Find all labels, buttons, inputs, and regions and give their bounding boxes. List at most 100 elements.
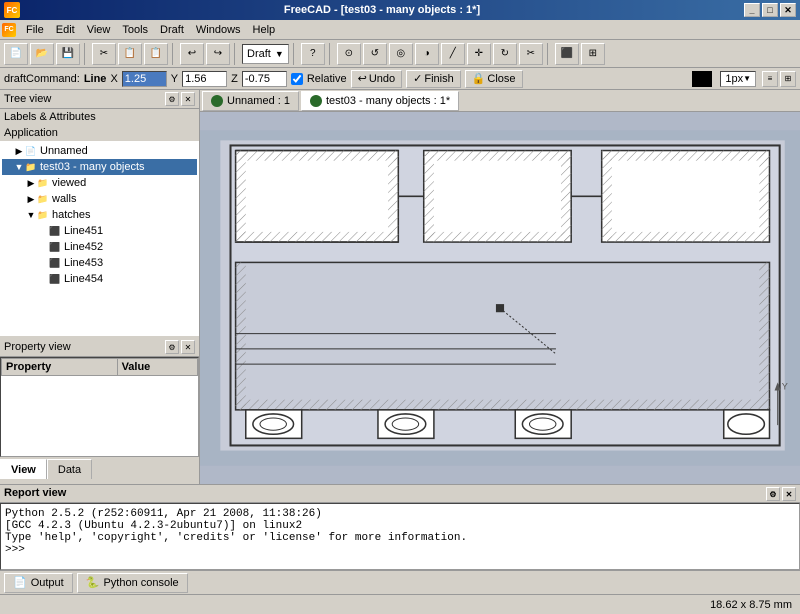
expand-test03[interactable]: ▼ (14, 162, 24, 172)
menu-edit[interactable]: Edit (50, 22, 81, 38)
tree-item-hatches[interactable]: ▼ 📁 hatches (2, 207, 197, 223)
python-console-tab[interactable]: 🐍 Python console (77, 573, 188, 593)
report-line-0: Python 2.5.2 (r252:60911, Apr 21 2008, 1… (5, 508, 795, 520)
close-button[interactable]: ✕ (780, 3, 796, 17)
menu-bar: FC File Edit View Tools Draft Windows He… (0, 20, 800, 40)
undo-button[interactable]: ↩ (180, 43, 204, 65)
canvas-viewport[interactable]: Y (200, 112, 800, 484)
property-config-button[interactable]: ⚙ (165, 340, 179, 354)
menu-file[interactable]: File (20, 22, 50, 38)
report-line-3: >>> (5, 544, 795, 556)
tree-label-unnamed: Unnamed (40, 145, 88, 157)
tree-item-unnamed[interactable]: ▶ 📄 Unnamed (2, 143, 197, 159)
tree-config-button[interactable]: ⚙ (165, 92, 179, 106)
move-button[interactable]: ✛ (467, 43, 491, 65)
separator-6 (547, 43, 551, 65)
output-tab[interactable]: 📄 Output (4, 573, 73, 593)
status-bar: 18.62 x 8.75 mm (0, 594, 800, 614)
folder-icon-viewed: 📁 (36, 176, 50, 190)
expand-hatches[interactable]: ▼ (26, 210, 36, 220)
finish-button[interactable]: ✓ Finish (406, 70, 461, 88)
help-button[interactable]: ? (301, 43, 325, 65)
view-top-button[interactable]: ⊞ (581, 43, 605, 65)
tree-close-button[interactable]: ✕ (181, 92, 195, 106)
tree-item-line452[interactable]: ▶ ⬛ Line452 (2, 239, 197, 255)
view-tab[interactable]: View (0, 459, 47, 479)
separator-4 (293, 43, 297, 65)
data-tab[interactable]: Data (47, 459, 92, 479)
application-label: Application (0, 125, 199, 141)
menu-help[interactable]: Help (247, 22, 282, 38)
separator-2 (172, 43, 176, 65)
view-btn-1[interactable]: ≡ (762, 71, 778, 87)
folder-icon-hatches: 📁 (36, 208, 50, 222)
tree-item-line453[interactable]: ▶ ⬛ Line453 (2, 255, 197, 271)
menu-tools[interactable]: Tools (116, 22, 154, 38)
z-label: Z (231, 73, 238, 85)
rotate-snap-button[interactable]: ↺ (363, 43, 387, 65)
output-icon: 📄 (13, 576, 27, 589)
trim-button[interactable]: ✂ (519, 43, 543, 65)
report-area: Report view ⚙ ✕ Python 2.5.2 (r252:60911… (0, 484, 800, 594)
report-header-label: Report view (4, 487, 66, 500)
view-3d-button[interactable]: ⬛ (555, 43, 579, 65)
tree-header-buttons: ⚙ ✕ (165, 92, 195, 106)
snap-button[interactable]: ⊙ (337, 43, 361, 65)
report-config-button[interactable]: ⚙ (766, 487, 780, 501)
tree-item-test03[interactable]: ▼ 📁 test03 - many objects (2, 159, 197, 175)
z-input[interactable] (242, 71, 287, 87)
tree-label-line453: Line453 (64, 257, 103, 269)
color-picker[interactable] (692, 71, 712, 87)
line-snap-button[interactable]: ╱ (441, 43, 465, 65)
tree-label-line452: Line452 (64, 241, 103, 253)
relative-label: Relative (307, 73, 347, 85)
tree-item-viewed[interactable]: ▶ 📁 viewed (2, 175, 197, 191)
open-button[interactable]: 📂 (30, 43, 54, 65)
relative-checkbox[interactable] (291, 73, 303, 85)
tree-item-walls[interactable]: ▶ 📁 walls (2, 191, 197, 207)
expand-walls[interactable]: ▶ (26, 194, 36, 204)
x-input[interactable] (122, 71, 167, 87)
view-btn-2[interactable]: ⊞ (780, 71, 796, 87)
line-width-control[interactable]: 1px ▼ (720, 71, 756, 87)
tree-item-line454[interactable]: ▶ ⬛ Line454 (2, 271, 197, 287)
arc-snap-button[interactable]: ◑ (415, 43, 439, 65)
canvas-tab-label-unnamed: Unnamed : 1 (227, 95, 290, 107)
cad-drawing: Y (200, 112, 800, 484)
y-input[interactable] (182, 71, 227, 87)
tree-item-line451[interactable]: ▶ ⬛ Line451 (2, 223, 197, 239)
report-content: Python 2.5.2 (r252:60911, Apr 21 2008, 1… (0, 503, 800, 570)
cut-button[interactable]: ✂ (92, 43, 116, 65)
save-button[interactable]: 💾 (56, 43, 80, 65)
menu-draft[interactable]: Draft (154, 22, 190, 38)
paste-button[interactable]: 📋 (144, 43, 168, 65)
report-close-button[interactable]: ✕ (782, 487, 796, 501)
circle-snap-button[interactable]: ◎ (389, 43, 413, 65)
view-data-tabs: View Data (0, 457, 199, 479)
expand-viewed[interactable]: ▶ (26, 178, 36, 188)
tree-label-hatches: hatches (52, 209, 91, 221)
file-icon-unnamed: 📄 (24, 144, 38, 158)
menu-view[interactable]: View (81, 22, 117, 38)
copy-button[interactable]: 📋 (118, 43, 142, 65)
python-icon: 🐍 (86, 576, 100, 589)
report-line-2: Type 'help', 'copyright', 'credits' or '… (5, 532, 795, 544)
canvas-tab-unnamed[interactable]: Unnamed : 1 (202, 91, 299, 111)
maximize-button[interactable]: □ (762, 3, 778, 17)
expand-unnamed[interactable]: ▶ (14, 146, 24, 156)
menu-windows[interactable]: Windows (190, 22, 247, 38)
redo-button[interactable]: ↪ (206, 43, 230, 65)
close-cmd-button[interactable]: 🔒 Close (465, 70, 523, 88)
draft-dropdown[interactable]: Draft ▼ (242, 44, 289, 64)
property-close-button[interactable]: ✕ (181, 340, 195, 354)
rotate-button[interactable]: ↻ (493, 43, 517, 65)
canvas-tab-test03[interactable]: test03 - many objects : 1* (301, 91, 459, 111)
report-header-buttons: ⚙ ✕ (766, 487, 796, 500)
finish-icon: ✓ (413, 72, 422, 85)
line-icon-452: ⬛ (48, 240, 62, 254)
new-button[interactable]: 📄 (4, 43, 28, 65)
canvas-tab-icon-unnamed (211, 95, 223, 107)
undo-cmd-button[interactable]: ↩ Undo (351, 70, 403, 88)
minimize-button[interactable]: _ (744, 3, 760, 17)
report-header: Report view ⚙ ✕ (0, 485, 800, 503)
